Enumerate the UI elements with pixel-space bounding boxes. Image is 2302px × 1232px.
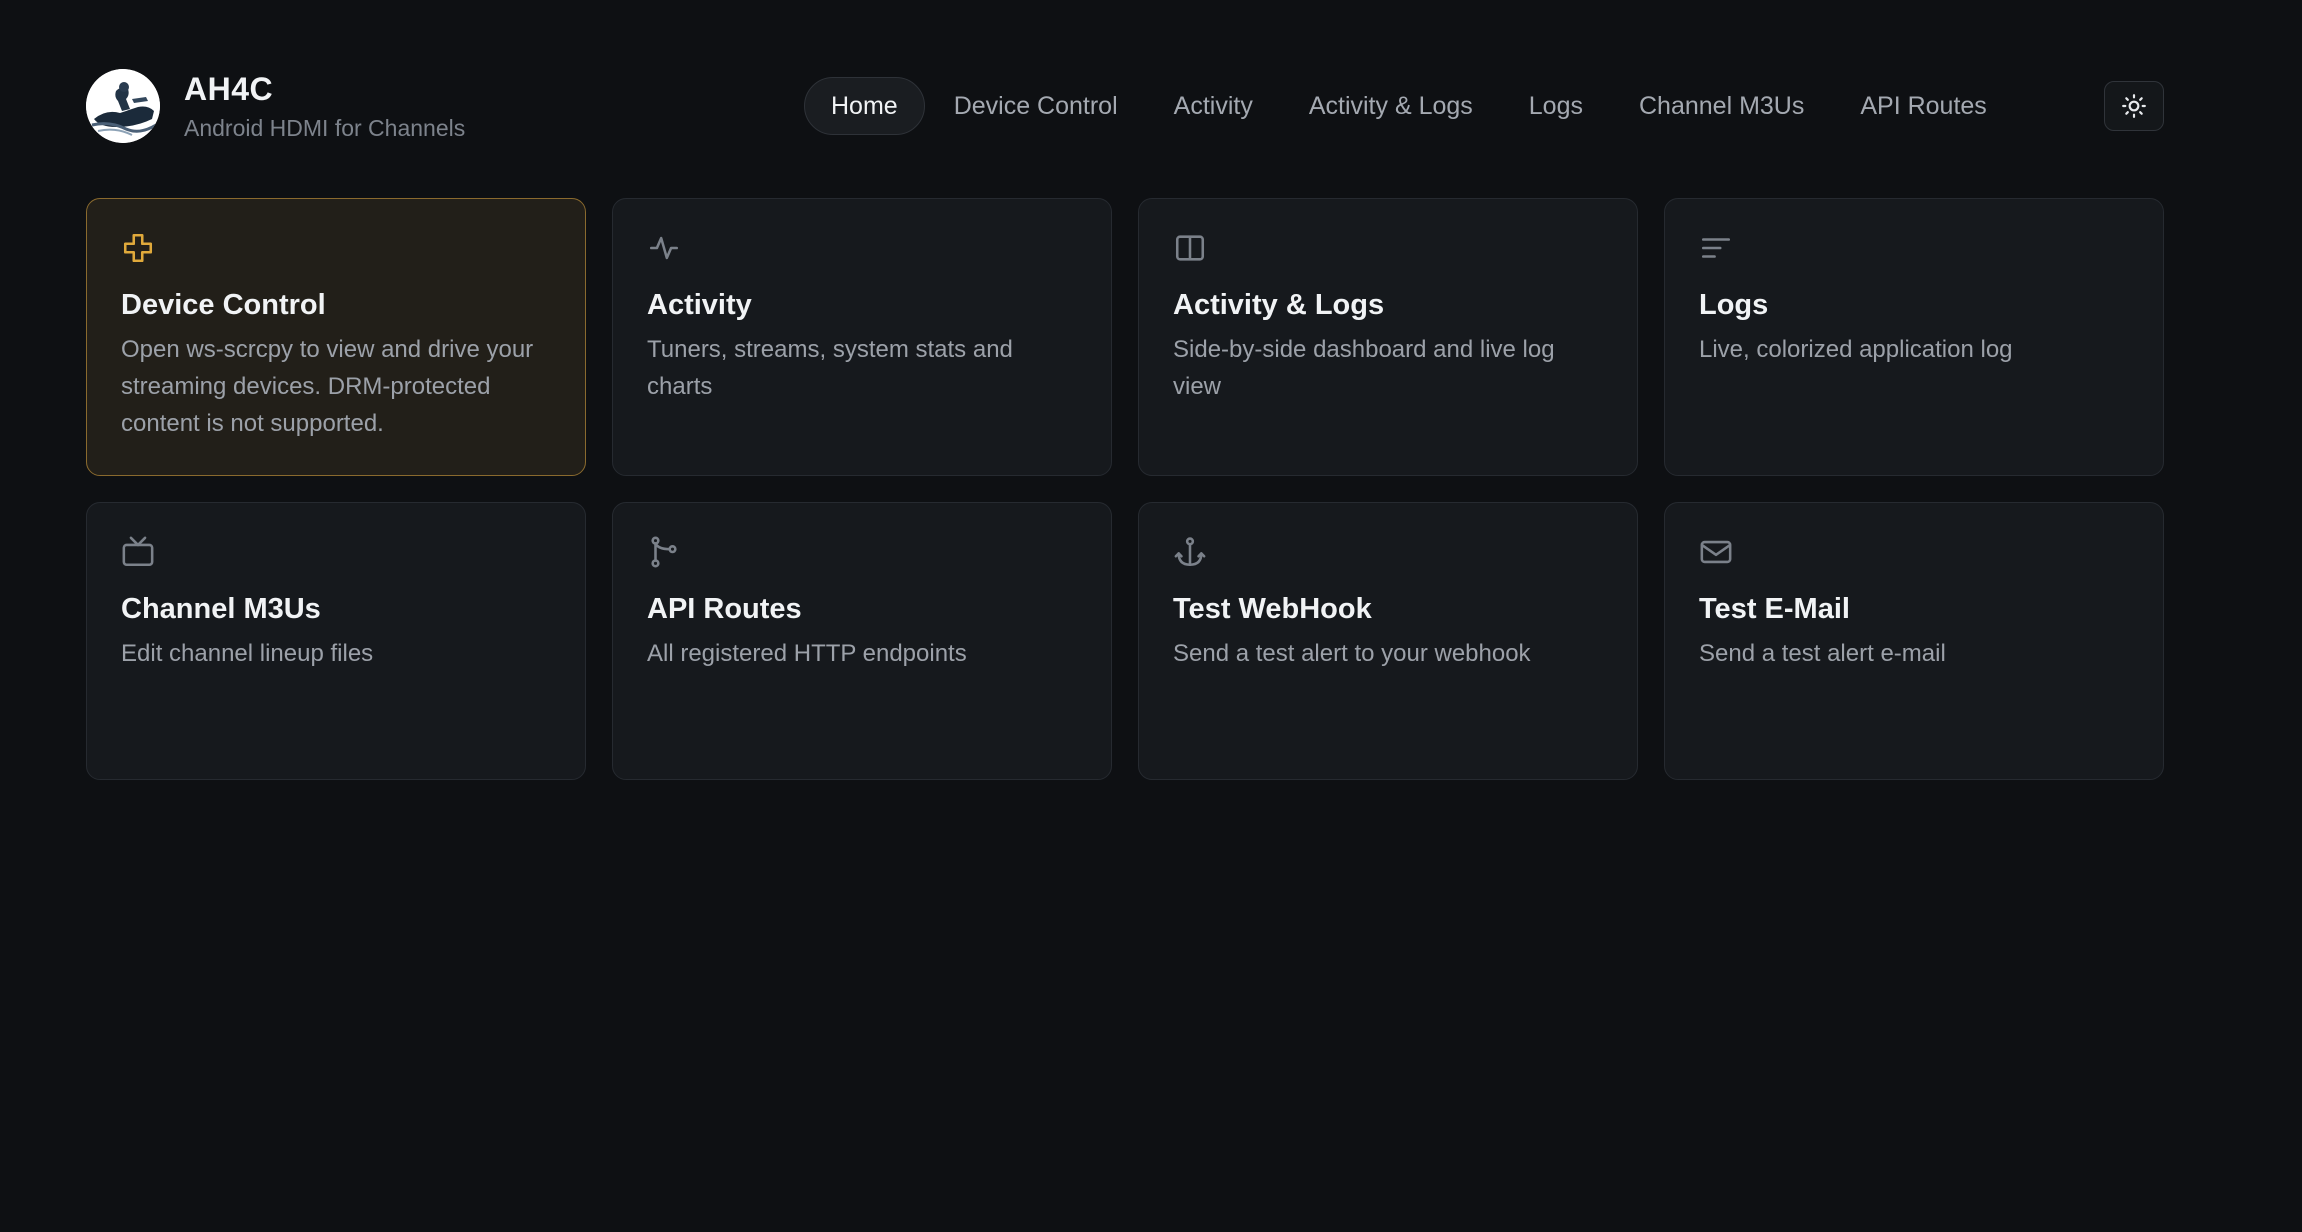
anchor-icon <box>1174 537 1206 567</box>
card-title: Channel M3Us <box>121 593 321 625</box>
top-nav: Home Device Control Activity Activity & … <box>804 76 2016 136</box>
card-description: All registered HTTP endpoints <box>647 640 967 667</box>
nav-device-control[interactable]: Device Control <box>927 77 1145 135</box>
brand-text: AH4C Android HDMI for Channels <box>184 69 465 143</box>
card-title: API Routes <box>647 593 802 625</box>
card-title: Device Control <box>121 289 326 321</box>
card-device-control[interactable]: Device Control Open ws-scrcpy to view an… <box>86 198 586 476</box>
card-channel-m3us[interactable]: Channel M3Us Edit channel lineup files <box>86 502 586 780</box>
card-activity-logs[interactable]: Activity & Logs Side-by-side dashboard a… <box>1138 198 1638 476</box>
card-description: Live, colorized application log <box>1699 336 2013 363</box>
header: AH4C Android HDMI for Channels Home Devi… <box>86 68 2166 144</box>
app-title: AH4C <box>184 71 274 107</box>
brand[interactable]: AH4C Android HDMI for Channels <box>86 68 465 144</box>
card-description: Tuners, streams, system stats and charts <box>647 336 1013 400</box>
card-title: Activity & Logs <box>1173 289 1385 321</box>
nav-home[interactable]: Home <box>804 77 925 135</box>
card-grid: Device Control Open ws-scrcpy to view an… <box>86 198 2166 780</box>
nav-activity-logs[interactable]: Activity & Logs <box>1282 77 1500 135</box>
card-title: Logs <box>1699 289 1769 321</box>
lines-icon <box>1701 238 1731 258</box>
tv-icon <box>122 536 154 567</box>
card-title: Activity <box>647 289 752 321</box>
sun-icon <box>2122 94 2146 118</box>
card-description: Open ws-scrcpy to view and drive your st… <box>121 336 534 437</box>
nav-activity[interactable]: Activity <box>1147 77 1280 135</box>
card-description: Edit channel lineup files <box>121 640 374 667</box>
card-activity[interactable]: Activity Tuners, streams, system stats a… <box>612 198 1112 476</box>
card-api-routes[interactable]: API Routes All registered HTTP endpoints <box>612 502 1112 780</box>
card-test-webhook[interactable]: Test WebHook Send a test alert to your w… <box>1138 502 1638 780</box>
card-description: Side-by-side dashboard and live log view <box>1173 336 1555 400</box>
split-panel-icon <box>1175 235 1205 261</box>
card-logs[interactable]: Logs Live, colorized application log <box>1664 198 2164 476</box>
card-test-email[interactable]: Test E-Mail Send a test alert e-mail <box>1664 502 2164 780</box>
pulse-icon <box>649 236 679 260</box>
nav-logs[interactable]: Logs <box>1502 77 1610 135</box>
card-description: Send a test alert e-mail <box>1699 640 1946 667</box>
theme-toggle-button[interactable] <box>2104 81 2164 131</box>
gamepad-cross-icon <box>123 233 153 263</box>
card-title: Test WebHook <box>1173 593 1372 625</box>
nav-channel-m3us[interactable]: Channel M3Us <box>1612 77 1831 135</box>
nav-api-routes[interactable]: API Routes <box>1833 77 2013 135</box>
page: AH4C Android HDMI for Channels Home Devi… <box>0 0 2302 1232</box>
route-icon <box>651 536 677 568</box>
rider-logo-icon <box>86 69 160 143</box>
mail-icon <box>1700 540 1732 564</box>
app-subtitle: Android HDMI for Channels <box>184 115 466 141</box>
card-title: Test E-Mail <box>1699 593 1850 625</box>
card-description: Send a test alert to your webhook <box>1173 640 1531 667</box>
